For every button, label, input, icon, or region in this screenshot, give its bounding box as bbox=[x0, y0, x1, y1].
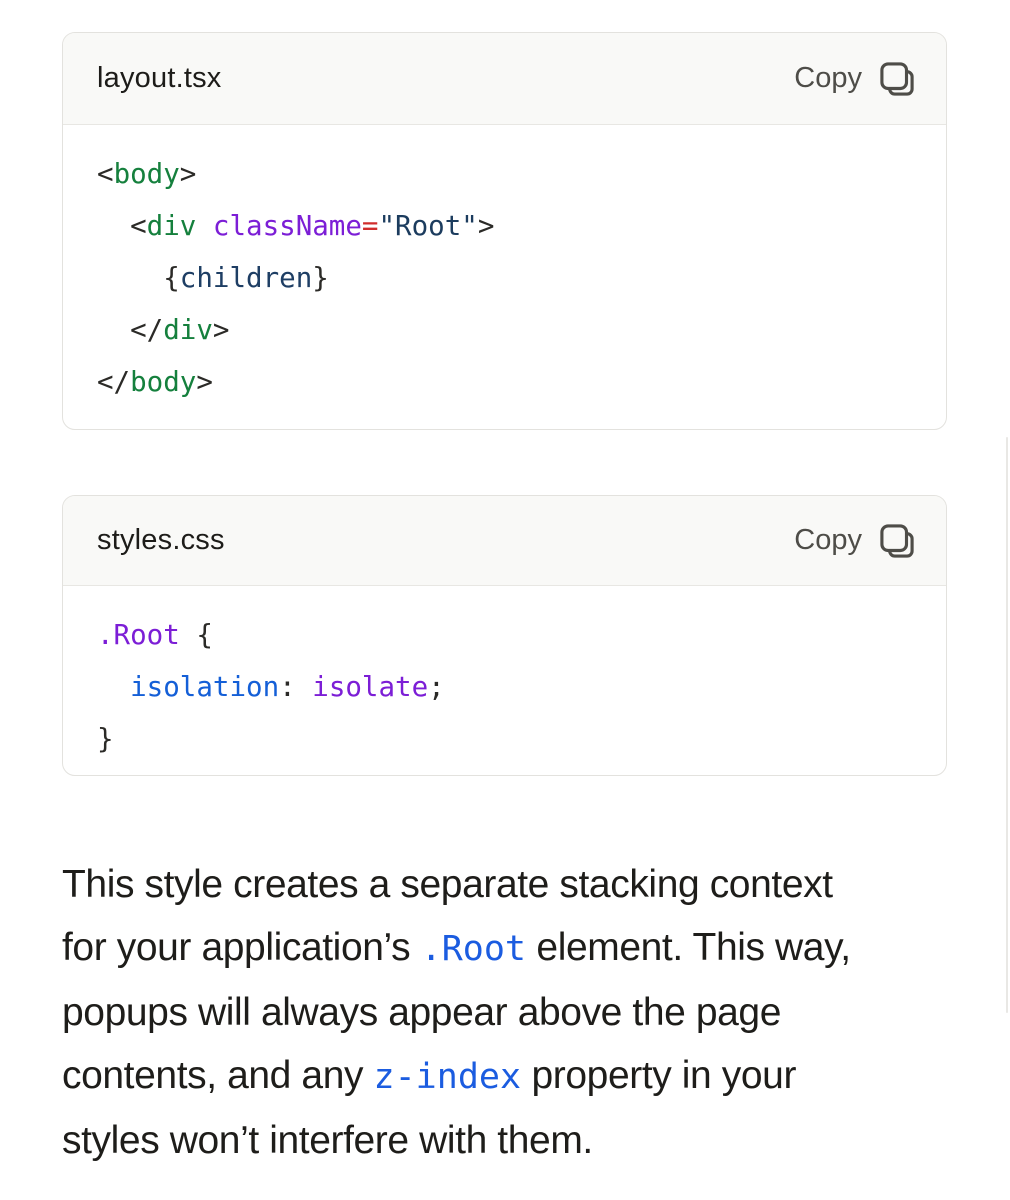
code-card-header: styles.css Copy bbox=[63, 496, 946, 586]
code-line: {children} bbox=[97, 262, 329, 294]
paragraph-text: styles won’t interfere with them. bbox=[62, 1119, 593, 1162]
copy-button[interactable]: Copy bbox=[794, 60, 916, 98]
code-block: .Root { isolation: isolate;} bbox=[63, 586, 946, 765]
copy-button[interactable]: Copy bbox=[794, 522, 916, 560]
code-card-styles-css: styles.css Copy .Root { isolation: isola… bbox=[62, 495, 947, 776]
code-line: </body> bbox=[97, 366, 213, 398]
filename-label: styles.css bbox=[97, 524, 225, 556]
paragraph-text: This style creates a separate stacking c… bbox=[62, 863, 833, 906]
code-card-layout-tsx: layout.tsx Copy <body> <div className="R… bbox=[62, 32, 947, 430]
copy-icon bbox=[878, 522, 916, 560]
paragraph-line: This style creates a separate stacking c… bbox=[62, 853, 962, 916]
code-line: <body> bbox=[97, 158, 197, 190]
scrollbar-track[interactable] bbox=[1006, 437, 1008, 1013]
copy-button-label: Copy bbox=[794, 62, 862, 94]
paragraph-line: popups will always appear above the page bbox=[62, 981, 962, 1044]
paragraph-text: popups will always appear above the page bbox=[62, 991, 782, 1034]
paragraph-line: contents, and any z-index property in yo… bbox=[62, 1044, 962, 1109]
paragraph-text: property in your bbox=[521, 1054, 797, 1097]
paragraph-text: for your application’s bbox=[62, 926, 421, 969]
copy-icon bbox=[878, 60, 916, 98]
body-paragraph: This style creates a separate stacking c… bbox=[62, 853, 962, 1172]
filename-label: layout.tsx bbox=[97, 62, 222, 94]
inline-code: .Root bbox=[420, 929, 526, 969]
copy-button-label: Copy bbox=[794, 524, 862, 556]
code-block: <body> <div className="Root"> {children}… bbox=[63, 125, 946, 408]
paragraph-text: element. This way, bbox=[525, 926, 851, 969]
code-line: .Root { bbox=[97, 619, 213, 651]
code-card-header: layout.tsx Copy bbox=[63, 33, 946, 125]
page: layout.tsx Copy <body> <div className="R… bbox=[0, 0, 1010, 1200]
paragraph-line: for your application’s .Root element. Th… bbox=[62, 916, 962, 981]
code-line: isolation: isolate; bbox=[130, 671, 445, 703]
inline-code: z-index bbox=[373, 1057, 522, 1097]
code-line: } bbox=[97, 723, 114, 755]
paragraph-text: contents, and any bbox=[62, 1054, 374, 1097]
code-line: </div> bbox=[97, 314, 230, 346]
paragraph-line: styles won’t interfere with them. bbox=[62, 1109, 962, 1172]
code-line: <div className="Root"> bbox=[97, 210, 495, 242]
